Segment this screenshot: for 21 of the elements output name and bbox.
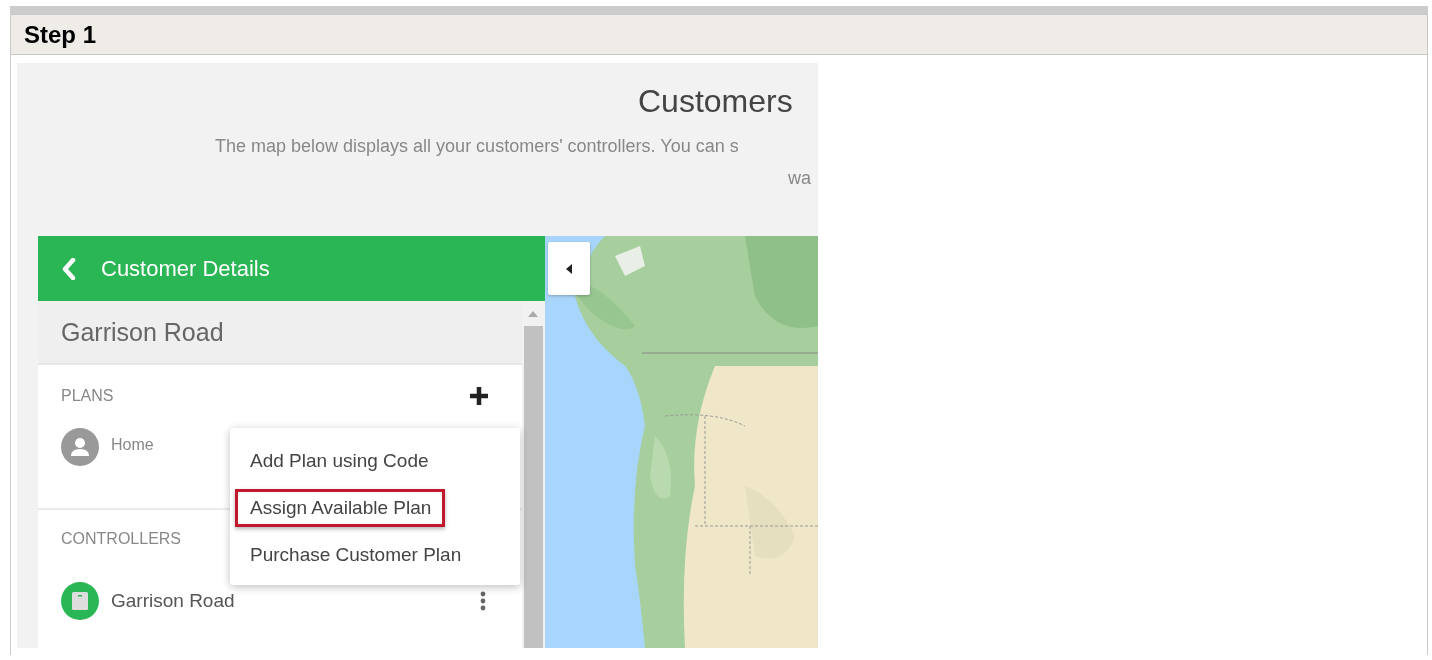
page-title: Customers <box>637 82 794 121</box>
section-title: Step 1 <box>24 20 97 49</box>
user-avatar-icon <box>61 428 99 466</box>
menu-item[interactable]: Add Plan using Code <box>235 441 443 480</box>
page-description: wa <box>787 167 812 190</box>
section-heading: PLANS <box>61 387 114 405</box>
scroll-up-icon[interactable] <box>528 311 538 317</box>
more-icon[interactable] <box>480 591 486 611</box>
back-icon[interactable] <box>62 257 76 280</box>
menu-item[interactable]: Purchase Customer Plan <box>235 535 476 574</box>
panel-title: Customer Details <box>101 255 270 282</box>
controller-name[interactable]: Garrison Road <box>111 590 468 612</box>
customer-name: Garrison Road <box>38 301 522 365</box>
plan-name[interactable]: Home <box>111 436 154 454</box>
caret-icon <box>566 263 572 274</box>
add-icon[interactable] <box>469 386 489 406</box>
scrollbar[interactable] <box>522 301 545 648</box>
menu-item[interactable]: Assign Available Plan <box>235 488 446 527</box>
controller-icon <box>61 582 99 620</box>
page-description: The map below displays all your customers' controllers. You can s <box>214 135 740 158</box>
section-heading: CONTROLLERS <box>61 530 182 548</box>
